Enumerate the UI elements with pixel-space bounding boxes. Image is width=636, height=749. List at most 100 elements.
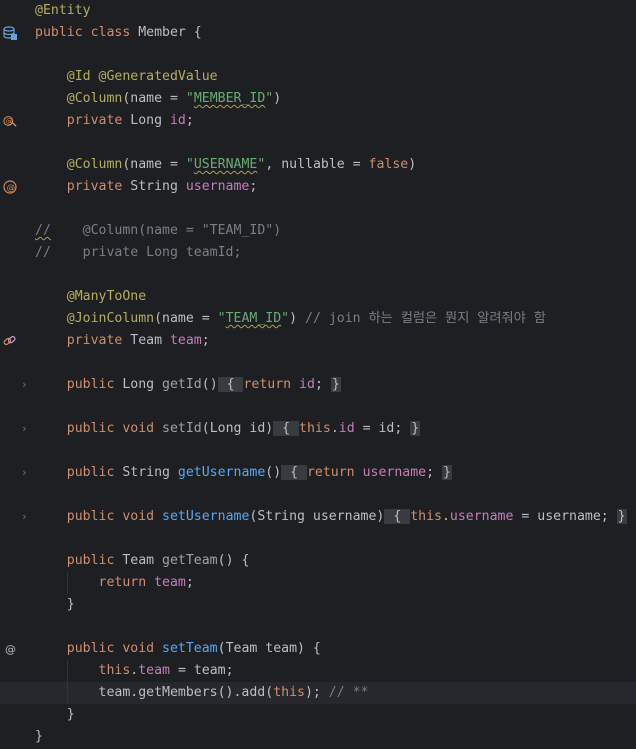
code-token: = team; xyxy=(170,663,234,678)
code-token: getTeam xyxy=(162,553,218,568)
fold-chevron-icon[interactable]: › xyxy=(21,374,28,396)
code-token: " xyxy=(185,157,194,172)
code-line[interactable] xyxy=(0,44,636,66)
code-token: public class xyxy=(35,25,139,40)
code-text: @JoinColumn(name = "TEAM_ID") // join 하는… xyxy=(35,308,546,330)
code-token: setTeam xyxy=(162,641,218,656)
code-text: private Team team; xyxy=(35,330,210,352)
code-token: ; xyxy=(314,377,331,392)
code-line[interactable] xyxy=(0,264,636,286)
code-line[interactable]: › public Long getId() { return id; } xyxy=(0,374,636,396)
code-editor[interactable]: @Entity public class Member { @Id @Genera… xyxy=(0,0,636,749)
code-token: @Column xyxy=(35,157,123,172)
code-line[interactable]: } xyxy=(0,704,636,726)
code-token: public void xyxy=(35,421,163,436)
code-line[interactable]: @ public void setTeam(Team team) { xyxy=(0,638,636,660)
code-token: private xyxy=(35,333,131,348)
code-token: Member { xyxy=(138,25,202,40)
svg-text:@: @ xyxy=(7,183,16,193)
code-token: public void xyxy=(35,509,163,524)
code-line[interactable]: } xyxy=(0,726,636,748)
code-text: @Id @GeneratedValue xyxy=(35,66,218,88)
code-text: public void setTeam(Team team) { xyxy=(35,638,321,660)
code-line[interactable] xyxy=(0,132,636,154)
code-token: this xyxy=(35,663,131,678)
code-token: id xyxy=(169,113,186,128)
code-token: Long xyxy=(122,377,163,392)
code-token: . xyxy=(330,421,339,436)
code-token: } xyxy=(35,729,43,744)
code-token: @Column(name = "TEAM_ID") xyxy=(50,223,282,238)
code-token: id xyxy=(338,421,355,436)
code-token: username xyxy=(449,509,514,524)
code-line[interactable]: return team; xyxy=(0,572,636,594)
relation-link-icon[interactable] xyxy=(3,334,17,348)
code-token: () xyxy=(201,377,218,392)
code-token: team xyxy=(138,663,170,678)
code-line[interactable]: @ private String username; xyxy=(0,176,636,198)
code-line[interactable] xyxy=(0,440,636,462)
code-line[interactable]: › public String getUsername() { return u… xyxy=(0,462,636,484)
code-token: setId xyxy=(162,421,202,436)
code-text: private String username; xyxy=(35,176,258,198)
code-line[interactable] xyxy=(0,616,636,638)
code-line[interactable] xyxy=(0,484,636,506)
code-line[interactable]: › public void setUsername(String usernam… xyxy=(0,506,636,528)
code-line[interactable]: public Team getTeam() { xyxy=(0,550,636,572)
code-token: Long xyxy=(130,113,170,128)
code-token: } xyxy=(35,597,75,612)
code-token: this xyxy=(273,685,305,700)
at-icon[interactable]: @ xyxy=(3,642,17,656)
code-line[interactable] xyxy=(0,198,636,220)
code-line[interactable]: } xyxy=(0,594,636,616)
code-token: ) xyxy=(408,157,417,172)
code-text: } xyxy=(35,726,43,748)
code-line[interactable]: // private Long teamId; xyxy=(0,242,636,264)
code-line[interactable]: @Entity xyxy=(0,0,636,22)
code-token: " xyxy=(281,311,290,326)
code-token: " xyxy=(217,311,226,326)
code-line[interactable]: this.team = team; xyxy=(0,660,636,682)
code-token: () xyxy=(265,465,282,480)
code-token: } xyxy=(330,377,341,392)
code-token: @Column xyxy=(35,91,123,106)
code-line[interactable] xyxy=(0,352,636,374)
code-token: ; xyxy=(185,113,194,128)
database-icon[interactable] xyxy=(3,26,17,40)
code-text: } xyxy=(35,704,75,726)
code-area[interactable]: @Entity public class Member { @Id @Genera… xyxy=(0,0,636,749)
code-line[interactable]: @ManyToOne xyxy=(0,286,636,308)
fold-chevron-icon[interactable]: › xyxy=(21,462,28,484)
at-column-icon[interactable]: @ xyxy=(3,180,17,194)
code-line[interactable]: private Team team; xyxy=(0,330,636,352)
code-token: ); xyxy=(304,685,329,700)
code-token: { xyxy=(384,509,411,524)
code-line[interactable]: team.getMembers().add(this); // ** xyxy=(0,682,636,704)
code-token: team xyxy=(154,575,186,590)
indent-guide xyxy=(67,660,68,704)
code-token: { xyxy=(273,421,300,436)
code-token: MEMBER_ID xyxy=(193,91,266,106)
code-token: return xyxy=(306,465,363,480)
code-token: } xyxy=(35,707,75,722)
code-line[interactable]: @Id @GeneratedValue xyxy=(0,66,636,88)
code-token: getUsername xyxy=(177,465,266,480)
fold-chevron-icon[interactable]: › xyxy=(21,506,28,528)
code-token: = id; xyxy=(354,421,411,436)
code-token: String xyxy=(130,179,186,194)
code-line[interactable]: @Column(name = "MEMBER_ID") xyxy=(0,88,636,110)
code-line[interactable]: › public void setId(Long id) { this.id =… xyxy=(0,418,636,440)
code-token: USERNAME xyxy=(193,157,258,172)
code-line[interactable] xyxy=(0,396,636,418)
fold-chevron-icon[interactable]: › xyxy=(21,418,28,440)
code-line[interactable] xyxy=(0,528,636,550)
code-line[interactable]: @JoinColumn(name = "TEAM_ID") // join 하는… xyxy=(0,308,636,330)
code-token: ; xyxy=(185,575,194,590)
code-token: getId xyxy=(162,377,202,392)
column-link-icon[interactable]: @ xyxy=(3,114,17,128)
code-token: } xyxy=(441,465,452,480)
code-line[interactable]: @Column(name = "USERNAME", nullable = fa… xyxy=(0,154,636,176)
code-line[interactable]: public class Member { xyxy=(0,22,636,44)
code-line[interactable]: @ private Long id; xyxy=(0,110,636,132)
code-line[interactable]: // @Column(name = "TEAM_ID") xyxy=(0,220,636,242)
